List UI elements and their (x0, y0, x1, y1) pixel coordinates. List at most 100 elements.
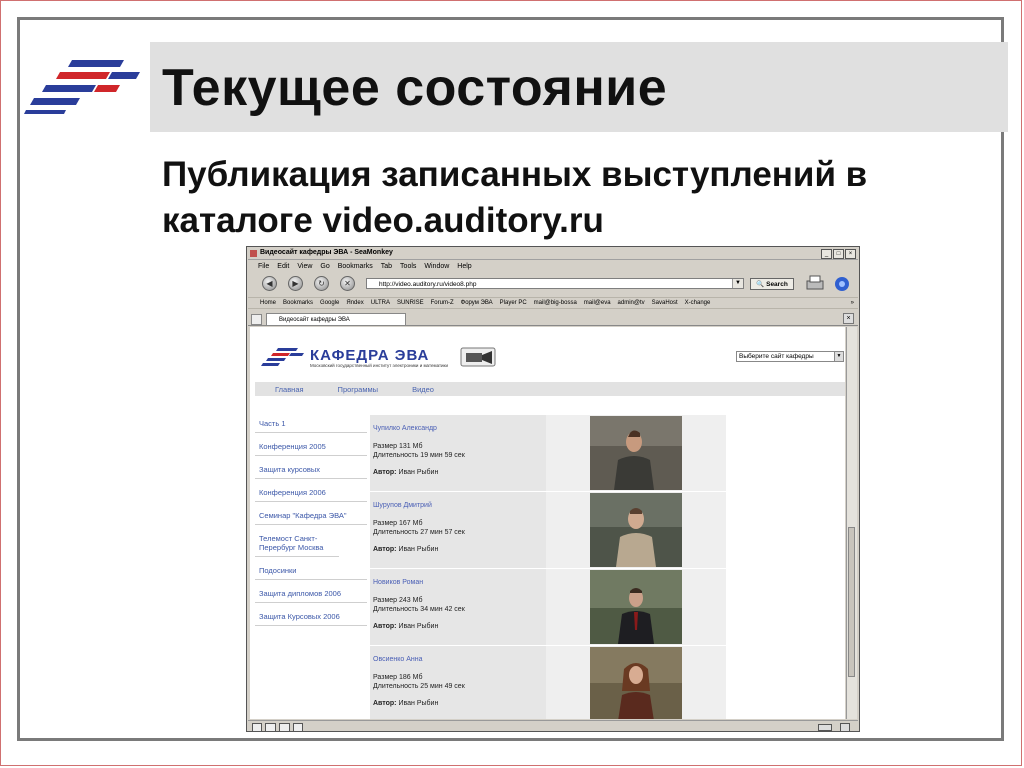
video-size: Размер 131 Мб (373, 443, 423, 450)
close-icon[interactable]: × (845, 249, 856, 259)
bookmark-player-pc[interactable]: Player PC (500, 300, 527, 306)
nav-home[interactable]: Главная (275, 385, 304, 394)
bookmark-forum-z[interactable]: Forum-Z (431, 300, 454, 306)
vertical-scrollbar[interactable] (846, 327, 857, 719)
video-info: Овсиенко Анна Размер 186 Мб Длительность… (370, 646, 546, 719)
tab-label: Видеосайт кафедры ЭВА (279, 317, 350, 323)
minimize-icon[interactable]: _ (821, 249, 832, 259)
author-label: Автор: (373, 623, 397, 630)
search-button[interactable]: 🔍 Search (750, 278, 794, 290)
browser-titlebar: Видеосайт кафедры ЭВА - SeaMonkey _ □ × (248, 248, 858, 260)
status-bar (248, 720, 858, 731)
menu-view[interactable]: View (297, 263, 312, 270)
sidebar-item-diploma-2006[interactable]: Защита дипломов 2006 (255, 586, 367, 603)
menu-window[interactable]: Window (424, 263, 449, 270)
video-duration: Длительность 34 мин 42 сек (373, 606, 465, 613)
sidebar-item-telebridge[interactable]: Телемост Санкт-Перербург Москва (255, 531, 339, 557)
status-navigator-icon[interactable] (252, 723, 262, 731)
video-camera-icon (460, 347, 496, 367)
bookmark-sunrise[interactable]: SUNRISE (397, 300, 424, 306)
sidebar-item-seminar[interactable]: Семинар "Кафедра ЭВА" (255, 508, 367, 525)
author-name: Иван Рыбин (398, 546, 439, 553)
video-thumbnail[interactable] (590, 416, 682, 490)
menu-bookmarks[interactable]: Bookmarks (338, 263, 373, 270)
site-nav: Главная Программы Видео (255, 382, 845, 396)
video-title[interactable]: Новиков Роман (373, 579, 423, 586)
sidebar-item-part-1[interactable]: Часть 1 (255, 416, 367, 433)
nav-video[interactable]: Видео (412, 385, 434, 394)
status-addressbook-icon[interactable] (293, 723, 303, 731)
menu-edit[interactable]: Edit (277, 263, 289, 270)
site-institute: Московский государственный институт элек… (310, 363, 449, 368)
stop-icon[interactable]: ✕ (340, 276, 355, 291)
url-input[interactable]: http://video.auditory.ru/video8.php ▼ (366, 278, 744, 289)
maximize-icon[interactable]: □ (833, 249, 844, 259)
sidebar-item-podosinki[interactable]: Подосинки (255, 563, 367, 580)
sidebar-item-coursework-defense[interactable]: Защита курсовых (255, 462, 367, 479)
window-title: Видеосайт кафедры ЭВА - SeaMonkey (260, 249, 393, 256)
sidebar-item-coursework-2006[interactable]: Защита Курсовых 2006 (255, 609, 367, 626)
video-info: Чупилко Александр Размер 131 Мб Длительн… (370, 415, 546, 491)
seamonkey-throbber-icon (835, 277, 849, 291)
menu-help[interactable]: Help (457, 263, 471, 270)
video-row: Шурупов Дмитрий Размер 167 Мб Длительнос… (370, 492, 726, 568)
video-thumbnail[interactable] (590, 493, 682, 567)
department-logo-icon (24, 60, 140, 114)
bookmark-yandex[interactable]: Яndex (346, 300, 363, 306)
menu-go[interactable]: Go (320, 263, 329, 270)
video-title[interactable]: Шурупов Дмитрий (373, 502, 432, 509)
status-security-icon (840, 723, 850, 731)
menu-tools[interactable]: Tools (400, 263, 416, 270)
back-arrow-icon[interactable]: ◀ (262, 276, 277, 291)
video-author: Автор: Иван Рыбин (373, 469, 438, 476)
video-thumbnail[interactable] (590, 570, 682, 644)
tab-bar: Видеосайт кафедры ЭВА × (248, 311, 858, 326)
video-author: Автор: Иван Рыбин (373, 623, 438, 630)
new-tab-icon[interactable] (251, 314, 262, 325)
bookmark-ultra[interactable]: ULTRA (371, 300, 390, 306)
video-thumbnail[interactable] (590, 647, 682, 719)
video-row: Овсиенко Анна Размер 186 Мб Длительность… (370, 646, 726, 719)
forward-arrow-icon[interactable]: ▶ (288, 276, 303, 291)
sidebar-item-conference-2005[interactable]: Конференция 2005 (255, 439, 367, 456)
bookmarks-overflow-icon[interactable]: » (851, 300, 854, 306)
bookmark-admin-tv[interactable]: admin@tv (618, 300, 645, 306)
video-size: Размер 167 Мб (373, 520, 423, 527)
video-size: Размер 243 Мб (373, 597, 423, 604)
video-title[interactable]: Овсиенко Анна (373, 656, 423, 663)
bookmark-bookmarks[interactable]: Bookmarks (283, 300, 313, 306)
nav-programs[interactable]: Программы (338, 385, 379, 394)
bookmark-mail-big-bossa[interactable]: mail@big-bossa (534, 300, 577, 306)
tab-active[interactable]: Видеосайт кафедры ЭВА (266, 313, 406, 325)
menu-tab[interactable]: Tab (381, 263, 392, 270)
bookmark-savahost[interactable]: SavaHost (652, 300, 678, 306)
site-select-dropdown[interactable]: Выберите сайт кафедры ▼ (736, 351, 844, 362)
reload-icon[interactable]: ↻ (314, 276, 329, 291)
bookmark-home[interactable]: Home (260, 300, 276, 306)
video-row: Новиков Роман Размер 243 Мб Длительность… (370, 569, 726, 645)
browser-window: Видеосайт кафедры ЭВА - SeaMonkey _ □ × … (246, 246, 860, 732)
video-row: Чупилко Александр Размер 131 Мб Длительн… (370, 415, 726, 491)
status-connection-icon (818, 724, 832, 731)
video-author: Автор: Иван Рыбин (373, 546, 438, 553)
menu-file[interactable]: File (258, 263, 269, 270)
bookmark-google[interactable]: Google (320, 300, 339, 306)
site-logo-icon (261, 348, 304, 366)
video-list: Чупилко Александр Размер 131 Мб Длительн… (370, 415, 726, 719)
video-meta: Размер 243 Мб Длительность 34 мин 42 сек (373, 596, 465, 614)
sidebar-item-conference-2006[interactable]: Конференция 2006 (255, 485, 367, 502)
status-composer-icon[interactable] (279, 723, 290, 731)
print-icon[interactable] (804, 275, 826, 293)
bookmark-forum-eva[interactable]: Форум ЭВА (461, 300, 493, 306)
video-meta: Размер 131 Мб Длительность 19 мин 59 сек (373, 442, 465, 460)
close-tab-icon[interactable]: × (843, 313, 854, 324)
video-meta: Размер 186 Мб Длительность 25 мин 49 сек (373, 673, 465, 691)
bookmark-mail-eva[interactable]: mail@eva (584, 300, 611, 306)
url-dropdown-icon[interactable]: ▼ (732, 279, 743, 288)
scrollbar-thumb[interactable] (848, 527, 855, 677)
video-title[interactable]: Чупилко Александр (373, 425, 437, 432)
video-info: Новиков Роман Размер 243 Мб Длительность… (370, 569, 546, 645)
navigation-toolbar: ◀ ▶ ↻ ✕ http://video.auditory.ru/video8.… (248, 273, 858, 295)
bookmark-x-change[interactable]: X-change (685, 300, 711, 306)
status-mail-icon[interactable] (265, 723, 276, 731)
